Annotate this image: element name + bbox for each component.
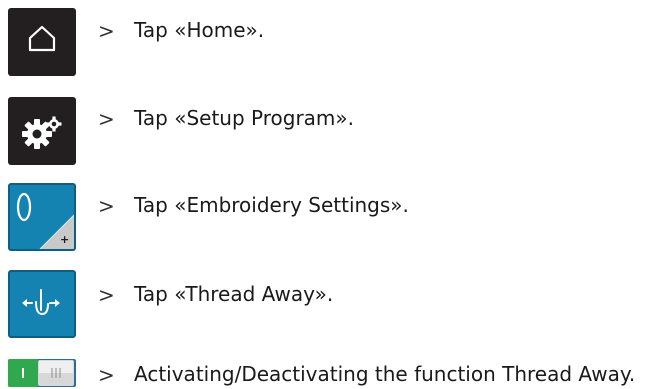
home-button[interactable] xyxy=(8,8,76,76)
step-arrow: > xyxy=(98,363,115,387)
step-instruction: Activating/Deactivating the function Thr… xyxy=(134,362,636,386)
step-arrow: > xyxy=(98,194,115,218)
step-arrow: > xyxy=(98,19,115,43)
toggle-switch-icon xyxy=(8,359,76,387)
step-instruction: Tap «Home». xyxy=(134,18,265,42)
embroidery-settings-button[interactable]: + xyxy=(8,183,76,251)
thread-away-button[interactable] xyxy=(8,270,76,338)
svg-text:+: + xyxy=(60,233,69,246)
thread-away-toggle[interactable] xyxy=(8,359,76,387)
step-arrow: > xyxy=(98,283,115,307)
step-arrow: > xyxy=(98,107,115,131)
embroidery-settings-icon: + xyxy=(16,192,74,249)
thread-away-icon xyxy=(22,289,60,315)
step-instruction: Tap «Setup Program». xyxy=(134,106,354,130)
home-icon xyxy=(28,25,56,52)
step-instruction: Tap «Thread Away». xyxy=(134,282,334,306)
setup-program-button[interactable] xyxy=(8,97,76,165)
step-instruction: Tap «Embroidery Settings». xyxy=(134,193,409,217)
setup-gears-icon xyxy=(22,116,62,149)
